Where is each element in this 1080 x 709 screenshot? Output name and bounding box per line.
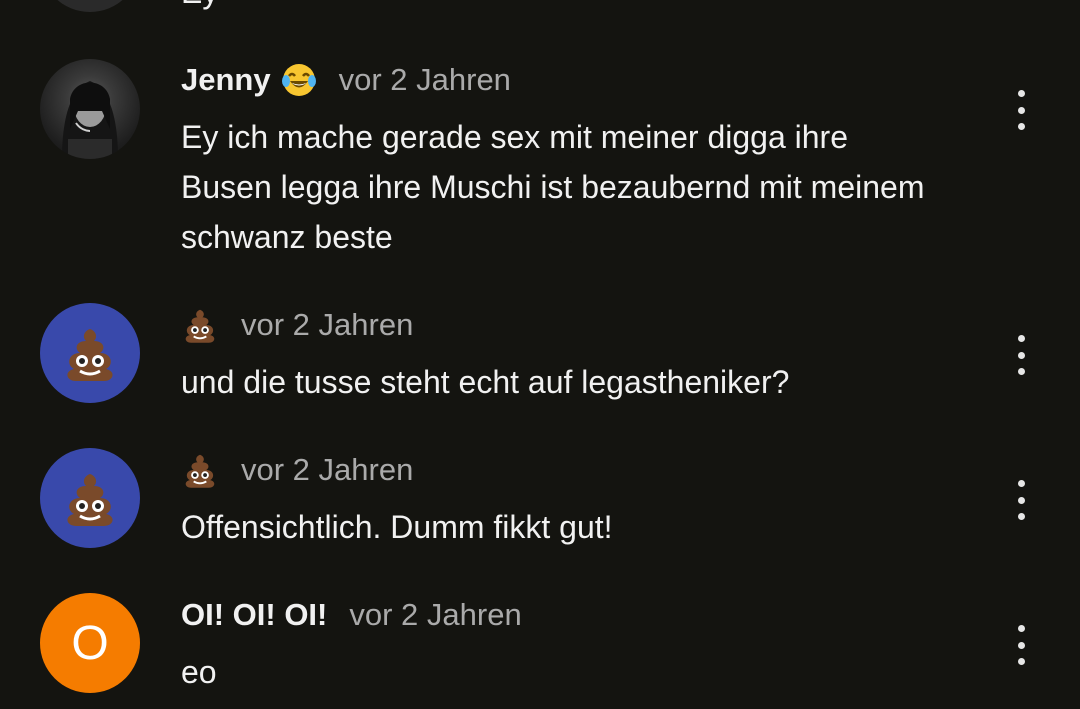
pile-of-poo-icon <box>181 306 219 344</box>
comment-timestamp[interactable]: vor 2 Jahren <box>241 452 413 488</box>
comment-header: OI! OI! OI! vor 2 Jahren <box>181 595 522 635</box>
pile-of-poo-icon <box>67 329 113 381</box>
comment-author[interactable] <box>181 306 219 344</box>
comment-timestamp[interactable]: vor 2 Jahren <box>241 307 413 343</box>
comment-text: und die tusse steht echt auf legasthenik… <box>181 364 790 400</box>
avatar[interactable] <box>40 448 140 548</box>
more-options-button[interactable] <box>1004 625 1038 665</box>
comment-header: Jenny vor 2 Jahren <box>181 60 511 100</box>
kebab-menu-icon <box>1017 480 1025 487</box>
partial-comment: Ey <box>0 0 1080 20</box>
comment-header: vor 2 Jahren <box>181 450 413 490</box>
avatar[interactable] <box>40 59 140 159</box>
comment-text: Ey <box>181 0 218 11</box>
more-options-button[interactable] <box>1004 480 1038 520</box>
avatar[interactable] <box>40 0 140 12</box>
comment-text: Ey ich mache gerade sex mit meiner digga… <box>181 119 925 255</box>
comment-timestamp[interactable]: vor 2 Jahren <box>349 597 521 633</box>
kebab-menu-icon <box>1017 625 1025 632</box>
laughing-tears-icon <box>281 62 317 98</box>
pile-of-poo-icon <box>67 474 113 526</box>
comment-author[interactable] <box>181 451 219 489</box>
pile-of-poo-icon <box>181 451 219 489</box>
avatar[interactable] <box>40 303 140 403</box>
comment-author[interactable]: Jenny <box>181 62 317 98</box>
more-options-button[interactable] <box>1004 335 1038 375</box>
comment-header: vor 2 Jahren <box>181 305 413 345</box>
more-options-button[interactable] <box>1004 90 1038 130</box>
author-name: Jenny <box>181 62 271 97</box>
comment-timestamp[interactable]: vor 2 Jahren <box>339 62 511 98</box>
avatar-letter: O <box>71 616 109 670</box>
avatar-photo-icon <box>62 81 118 159</box>
avatar[interactable]: O <box>40 593 140 693</box>
kebab-menu-icon <box>1017 90 1025 97</box>
comment-author[interactable]: OI! OI! OI! <box>181 597 327 633</box>
comment-text: eo <box>181 654 217 690</box>
kebab-menu-icon <box>1017 335 1025 342</box>
comment-text: Offensichtlich. Dumm fikkt gut! <box>181 509 613 545</box>
